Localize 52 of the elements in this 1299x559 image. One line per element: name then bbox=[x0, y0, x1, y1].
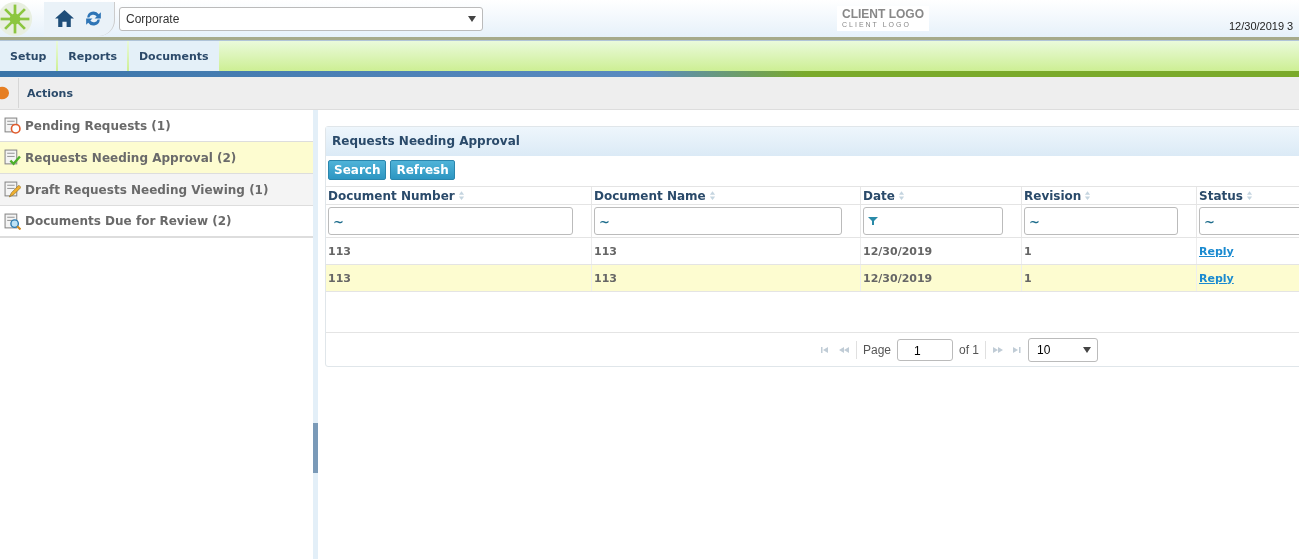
page-field[interactable]: 1 bbox=[897, 338, 954, 361]
splitter-handle[interactable] bbox=[313, 423, 318, 473]
table-row[interactable]: 113 113 12/30/2019 1 Reply bbox=[326, 264, 1299, 291]
menu-tab[interactable]: Documents bbox=[128, 41, 219, 71]
filter-field[interactable]: ~ bbox=[328, 207, 573, 235]
sort-icon[interactable] bbox=[457, 190, 465, 201]
filter-field[interactable]: ~ bbox=[1024, 207, 1178, 235]
column-header[interactable]: Status bbox=[1199, 188, 1243, 203]
date-time: 12/30/2019 3 bbox=[1229, 19, 1295, 32]
filter-field[interactable]: ~ bbox=[1199, 207, 1299, 235]
refresh-icon[interactable] bbox=[83, 8, 104, 29]
sort-icon[interactable] bbox=[897, 190, 905, 201]
column-header[interactable]: Revision bbox=[1024, 188, 1082, 203]
filter-field[interactable]: ~ bbox=[594, 207, 842, 235]
previous-page-icon[interactable] bbox=[838, 345, 850, 354]
table-cell: 12/30/2019 bbox=[863, 244, 933, 258]
document-magnifier-icon bbox=[4, 212, 21, 230]
table-cell: 113 bbox=[594, 244, 617, 258]
page-size-dropdown[interactable]: 10 bbox=[1028, 337, 1099, 362]
filter-field[interactable] bbox=[863, 207, 1003, 235]
table-cell: 1 bbox=[1024, 244, 1032, 258]
company-dropdown[interactable]: Corporate bbox=[119, 6, 483, 31]
sort-icon[interactable] bbox=[1245, 190, 1253, 201]
sunburst-logo-icon bbox=[0, 0, 33, 37]
table-cell: 12/30/2019 bbox=[863, 271, 933, 285]
last-page-icon[interactable] bbox=[1010, 345, 1023, 354]
next-page-icon[interactable] bbox=[992, 345, 1005, 354]
caret-icon bbox=[1083, 346, 1092, 353]
sidebar-item[interactable]: Draft Requests Needing Viewing (1) bbox=[0, 174, 313, 206]
page-count: of 1 bbox=[959, 342, 980, 357]
sort-icon[interactable] bbox=[1084, 190, 1092, 201]
breadcrumb-label: Actions bbox=[27, 86, 73, 100]
menu-tab[interactable]: Setup bbox=[0, 41, 57, 71]
table-cell: 113 bbox=[328, 244, 351, 258]
sidebar-item[interactable]: Requests Needing Approval (2) bbox=[0, 142, 313, 174]
sort-icon[interactable] bbox=[708, 190, 716, 201]
column-header[interactable]: Document Name bbox=[594, 188, 706, 203]
funnel-icon bbox=[868, 216, 878, 226]
table-cell: 113 bbox=[328, 271, 351, 285]
reply-link[interactable]: Reply bbox=[1199, 244, 1234, 258]
reply-link[interactable]: Reply bbox=[1199, 271, 1234, 285]
document-pencil-icon bbox=[4, 181, 21, 198]
panel-title: Requests Needing Approval bbox=[326, 127, 1299, 156]
document-check-icon bbox=[4, 149, 21, 166]
home-icon[interactable] bbox=[54, 8, 75, 29]
menu-tab[interactable]: Reports bbox=[58, 41, 127, 71]
table-cell: 1 bbox=[1024, 271, 1032, 285]
column-header[interactable]: Date bbox=[863, 188, 895, 203]
column-header[interactable]: Document Number bbox=[328, 188, 455, 203]
caret-icon bbox=[468, 15, 476, 22]
table-cell: 113 bbox=[594, 271, 617, 285]
page-label: Page bbox=[863, 342, 892, 357]
